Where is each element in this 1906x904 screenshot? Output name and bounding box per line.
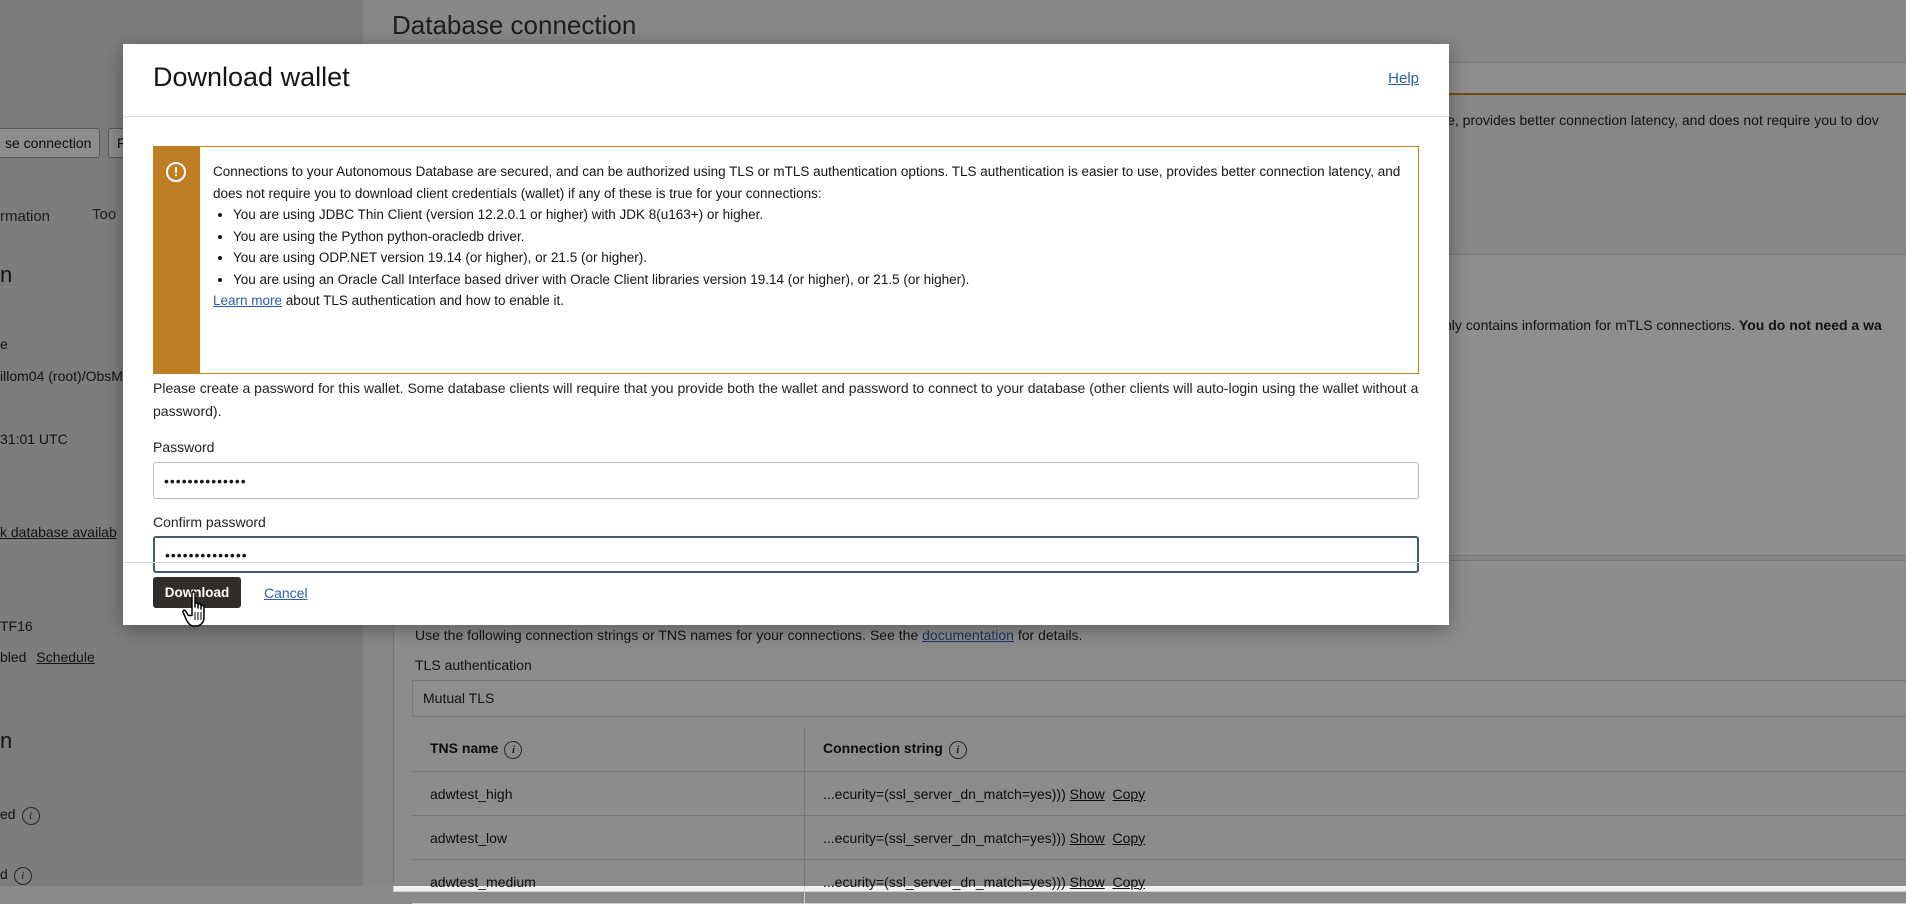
dialog-footer: Download Cancel [123, 562, 1449, 626]
tls-warning-alert: ! Connections to your Autonomous Databas… [153, 146, 1419, 374]
learn-more-link[interactable]: Learn more [213, 293, 282, 308]
list-item: You are using JDBC Thin Client (version … [233, 204, 1403, 226]
learn-more-line: Learn more about TLS authentication and … [213, 290, 1403, 312]
alert-intro: Connections to your Autonomous Database … [213, 161, 1403, 204]
password-input[interactable] [153, 462, 1419, 499]
password-description: Please create a password for this wallet… [153, 377, 1419, 423]
password-label: Password [153, 439, 214, 455]
dialog-title: Download wallet [153, 62, 350, 93]
cancel-link[interactable]: Cancel [264, 585, 308, 601]
hand-pointer-cursor-icon [182, 590, 214, 630]
warning-icon: ! [166, 162, 186, 182]
confirm-password-label: Confirm password [153, 514, 266, 530]
help-link[interactable]: Help [1388, 70, 1419, 87]
list-item: You are using the Python python-oracledb… [233, 226, 1403, 248]
dialog-header: Download wallet Help [123, 44, 1449, 117]
alert-message: Connections to your Autonomous Database … [213, 161, 1403, 312]
download-wallet-dialog: Download wallet Help ! Connections to yo… [123, 44, 1449, 625]
alert-list: You are using JDBC Thin Client (version … [213, 204, 1403, 290]
alert-stripe: ! [154, 147, 200, 373]
list-item: You are using ODP.NET version 19.14 (or … [233, 247, 1403, 269]
list-item: You are using an Oracle Call Interface b… [233, 269, 1403, 291]
